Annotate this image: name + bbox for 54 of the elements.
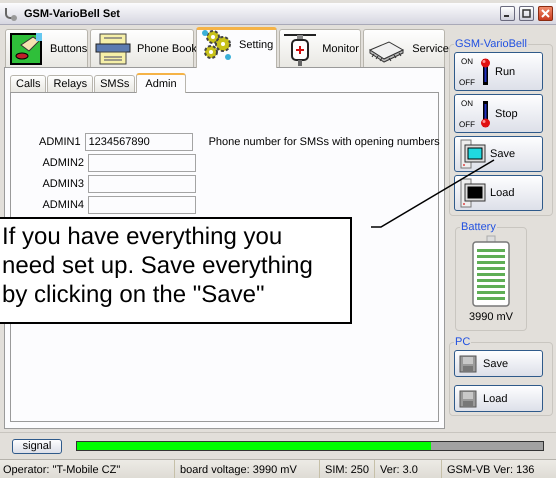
monitor-icon [459, 178, 487, 208]
pc-button[interactable]: Load [454, 385, 543, 412]
field-label: ADMIN2 [41, 157, 84, 169]
maximize-button[interactable] [519, 6, 534, 21]
status-text: Operator: "T-Mobile CZ" [0, 460, 175, 478]
input-field[interactable] [88, 175, 196, 193]
device-button[interactable]: ON OFF Run [454, 52, 543, 91]
field-label: ADMIN3 [41, 178, 84, 190]
switch-label: ON [460, 98, 474, 108]
switch-label: ON [460, 56, 474, 66]
device-button[interactable]: Load [454, 175, 543, 211]
input-field[interactable] [88, 154, 196, 172]
gears-icon [200, 28, 234, 62]
tab[interactable]: Setting [196, 27, 278, 68]
phone-icon [4, 6, 20, 22]
toggle-switch-icon [478, 56, 492, 88]
tab[interactable]: Admin [136, 73, 186, 93]
battery-icon [472, 235, 510, 307]
input-field[interactable] [88, 196, 196, 214]
group-title: GSM-VarioBell [454, 38, 528, 50]
status-text: GSM-VB Ver: 136 [446, 463, 536, 478]
tab[interactable]: Monitor [279, 29, 362, 67]
group-title: Battery [460, 221, 497, 233]
window-title: GSM-VarioBell Set [24, 8, 121, 20]
group-title: PC [454, 336, 472, 348]
device-button[interactable]: ON OFF Stop [454, 94, 543, 133]
callout-text: If you have everything you need set up. Save everything by clicking on the "Save" [0, 217, 352, 324]
floppy-icon [459, 390, 477, 408]
field-label: ADMIN1 [39, 136, 81, 148]
pc-button[interactable]: Save [454, 350, 543, 377]
battery-voltage: 3990 mV [468, 311, 514, 323]
minimize-button[interactable] [500, 6, 515, 21]
field-hint: Phone number for SMSs with opening numbers [208, 136, 440, 148]
tab[interactable]: SMSs [94, 75, 136, 92]
tab[interactable]: Phone Book [90, 29, 194, 67]
close-icon [541, 9, 550, 18]
close-button[interactable] [538, 6, 553, 21]
tab[interactable]: Calls [10, 75, 46, 92]
floppy-icon [459, 354, 477, 372]
status-text: SIM: 250 [320, 460, 375, 478]
maximize-icon [522, 9, 531, 18]
device-button[interactable]: Save [454, 136, 543, 172]
monitor-icon [459, 139, 487, 169]
switch-label: OFF [459, 78, 475, 86]
switch-label: OFF [459, 120, 475, 128]
input-field[interactable]: 1234567890 [84, 133, 193, 151]
card-stack-icon [94, 32, 132, 66]
status-text: Ver: 3.0 [375, 460, 442, 478]
signal-button[interactable]: signal [12, 438, 62, 454]
field-label: ADMIN4 [41, 199, 84, 211]
tab[interactable]: Buttons [5, 29, 88, 67]
push-button-icon [9, 30, 45, 66]
status-text: board voltage: 3990 mV [175, 460, 320, 478]
tab[interactable]: Relays [47, 75, 94, 92]
